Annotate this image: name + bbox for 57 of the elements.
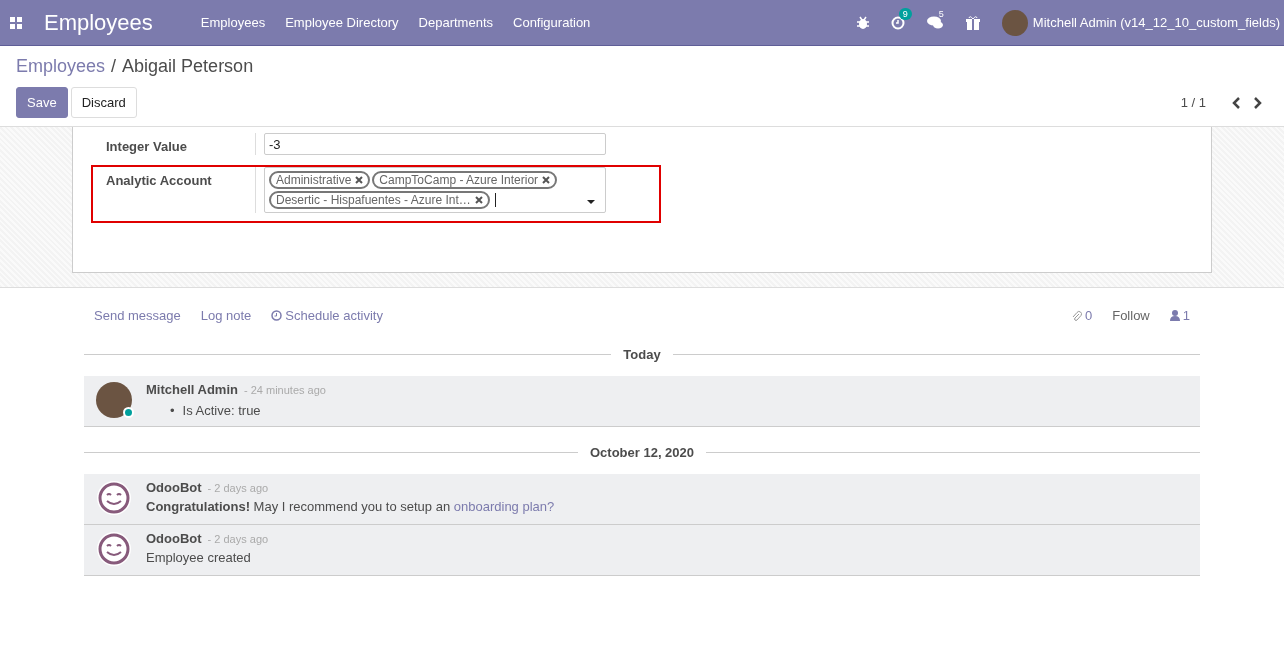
tag: CampToCamp - Azure Interior <box>372 171 558 189</box>
remove-icon[interactable] <box>355 176 364 184</box>
apps-menu-icon[interactable] <box>10 16 22 29</box>
chatter-action-link[interactable]: Log note <box>200 308 252 323</box>
smiley-avatar-icon <box>96 480 132 516</box>
field-label: Analytic Account <box>106 167 256 213</box>
author-avatar <box>96 382 132 418</box>
bug-icon[interactable] <box>856 16 869 29</box>
message-author: OdooBot <box>146 480 202 495</box>
save-button[interactable]: Save <box>16 87 68 118</box>
message-text: Congratulations! May I recommend you to setup an onboarding plan? <box>146 499 555 514</box>
breadcrumb-link[interactable]: Employees <box>16 56 106 77</box>
message-author: OdooBot <box>146 531 202 546</box>
menu-item[interactable]: Departments <box>418 15 493 30</box>
person-icon <box>1169 310 1180 321</box>
message-time: - 2 days ago <box>207 482 269 494</box>
app-title: Employees <box>44 9 153 36</box>
smiley-avatar-icon <box>96 531 132 567</box>
bullet: • <box>170 403 175 418</box>
clock-icon <box>271 310 283 321</box>
input-field[interactable]: -3 <box>264 133 606 155</box>
chatter-action-link[interactable]: Schedule activity <box>271 308 383 323</box>
text-cursor <box>494 193 496 207</box>
follow-button[interactable]: Follow <box>1112 308 1150 323</box>
user-menu[interactable]: Mitchell Admin (v14_12_10_custom_fields) <box>1001 9 1284 36</box>
message-time: - 24 minutes ago <box>243 384 326 396</box>
chat-icon[interactable] <box>926 16 944 29</box>
date-separator: October 12, 2020 <box>589 445 695 460</box>
remove-icon[interactable] <box>542 176 551 184</box>
onboarding-link[interactable]: onboarding plan? <box>453 499 555 514</box>
menu-item[interactable]: Employee Directory <box>285 15 399 30</box>
tags-field[interactable]: Administrative CampToCamp - Azure Interior Desertic - Hispafuentes - Azure Int… <box>264 167 606 213</box>
activity-count-badge: 9 <box>898 7 912 20</box>
breadcrumb-separator: / <box>111 56 117 77</box>
user-avatar <box>1001 9 1028 36</box>
message-text: Is Active: true <box>182 403 261 418</box>
attachments-button[interactable]: 0 <box>1071 308 1093 323</box>
clock-icon[interactable] <box>890 15 905 30</box>
menu-item[interactable]: Employees <box>200 15 266 30</box>
breadcrumb-current: Abigail Peterson <box>122 56 254 77</box>
message-author: Mitchell Admin <box>146 382 238 397</box>
message-count: 5 <box>937 8 945 20</box>
field-label: Integer Value <box>106 133 256 155</box>
discard-button[interactable]: Discard <box>70 87 137 118</box>
chatter-action-link[interactable]: Send message <box>94 308 181 323</box>
message-time: - 2 days ago <box>207 533 269 545</box>
gift-icon[interactable] <box>965 15 980 30</box>
pager-counter: 1 / 1 <box>1180 95 1206 110</box>
tag: Desertic - Hispafuentes - Azure Int… <box>269 191 490 209</box>
menu-item[interactable]: Configuration <box>513 15 591 30</box>
dropdown-caret-icon[interactable] <box>587 200 595 204</box>
message-text: Employee created <box>146 550 252 565</box>
tag: Administrative <box>269 171 371 189</box>
followers-button[interactable]: 1 <box>1169 308 1190 323</box>
remove-icon[interactable] <box>474 196 483 204</box>
paperclip-icon <box>1071 309 1082 322</box>
date-separator: Today <box>623 347 661 362</box>
